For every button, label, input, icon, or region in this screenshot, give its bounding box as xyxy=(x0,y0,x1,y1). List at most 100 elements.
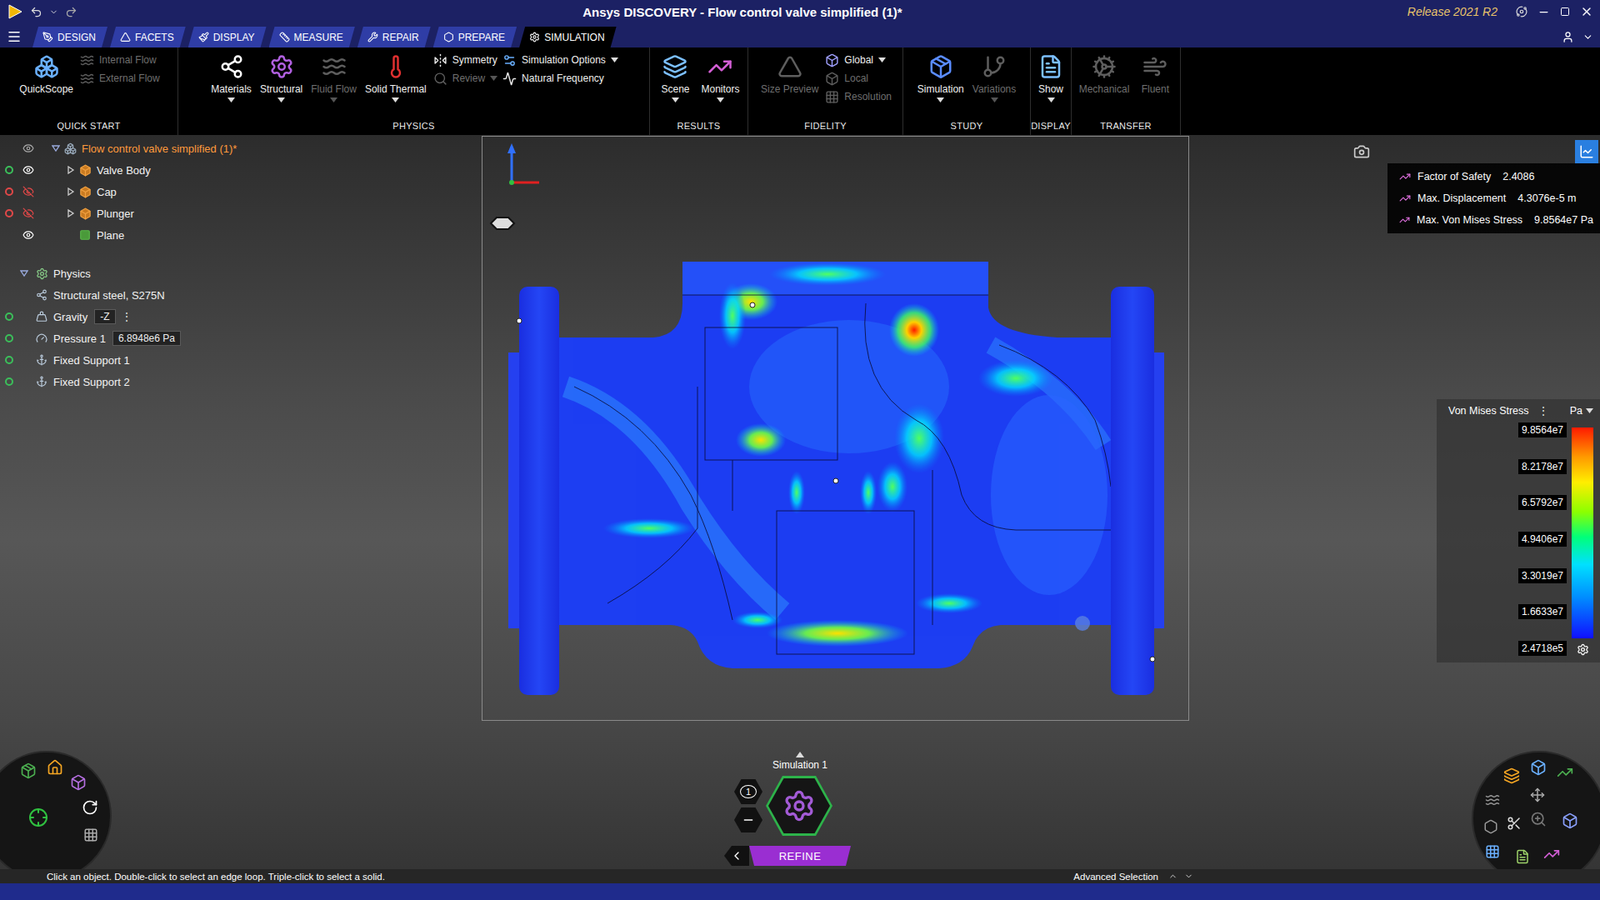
view-capture-icon[interactable] xyxy=(1353,143,1370,160)
expand-up-icon[interactable] xyxy=(795,751,805,758)
menu-icon[interactable] xyxy=(6,29,22,45)
ribbon-button[interactable]: Monitors xyxy=(699,50,741,105)
down-icon[interactable] xyxy=(1184,871,1194,881)
grid-icon[interactable] xyxy=(83,827,99,843)
hidden-icon[interactable] xyxy=(22,207,35,220)
dropdown-icon[interactable] xyxy=(936,97,945,103)
physics-item[interactable]: Fixed Support 2 xyxy=(0,370,482,393)
ribbon-small-button[interactable]: Symmetry xyxy=(433,52,498,68)
zoom-icon[interactable] xyxy=(1530,810,1547,828)
physics-item[interactable]: Structural steel, S275N xyxy=(0,284,482,306)
result-row[interactable]: Max. Von Mises Stress9.8564e7 Pa xyxy=(1399,211,1594,229)
dropdown-icon[interactable] xyxy=(610,57,619,63)
status-dot[interactable] xyxy=(5,377,14,386)
dropdown-icon[interactable] xyxy=(990,97,999,103)
dropdown-icon[interactable] xyxy=(671,97,680,103)
rotate-icon[interactable] xyxy=(81,799,99,816)
comment-button[interactable]: 1 xyxy=(734,779,763,805)
ribbon-button[interactable]: Fluent xyxy=(1135,50,1175,97)
tool-wheel[interactable] xyxy=(1471,750,1600,870)
ribbon-tab[interactable]: REPAIR xyxy=(357,26,431,48)
dropdown-icon[interactable] xyxy=(716,97,725,103)
axis-icon[interactable] xyxy=(28,807,49,828)
up-icon[interactable] xyxy=(1168,871,1178,881)
visible-icon[interactable] xyxy=(22,164,35,176)
view-tools-wheel[interactable] xyxy=(0,750,112,870)
ribbon-button[interactable]: Materials xyxy=(209,50,254,105)
status-dot[interactable] xyxy=(5,334,14,343)
dropdown-icon[interactable] xyxy=(277,97,285,103)
arrow-icon[interactable] xyxy=(1556,764,1574,781)
physics-node[interactable]: Physics xyxy=(0,262,482,285)
cube-icon[interactable] xyxy=(70,774,87,791)
ribbon-button[interactable]: Scene xyxy=(655,50,695,105)
chart-icon[interactable] xyxy=(1543,845,1560,863)
expanded-icon[interactable] xyxy=(51,144,60,153)
hexagon-icon[interactable] xyxy=(1483,819,1499,835)
status-dot[interactable] xyxy=(5,209,14,218)
ribbon-tab[interactable]: FACETS xyxy=(110,26,186,48)
collapsed-icon[interactable] xyxy=(66,187,75,196)
stress-plot[interactable] xyxy=(482,136,1190,722)
dropdown-icon[interactable] xyxy=(490,75,498,81)
legend-settings-icon[interactable] xyxy=(1576,643,1590,656)
ribbon-small-button[interactable]: Global xyxy=(825,52,892,68)
report-icon[interactable] xyxy=(1515,849,1530,865)
status-dot[interactable] xyxy=(5,355,14,365)
hexagon-marker-icon[interactable] xyxy=(490,217,515,230)
back-button[interactable] xyxy=(724,845,750,866)
more-button[interactable]: ⋮ xyxy=(120,310,133,324)
dropdown-icon[interactable] xyxy=(878,57,886,63)
waves-icon[interactable] xyxy=(1485,792,1500,808)
visible-icon[interactable] xyxy=(22,229,35,241)
ribbon-small-button[interactable]: Simulation Options xyxy=(502,52,619,68)
status-dot[interactable] xyxy=(5,165,14,175)
remove-button[interactable] xyxy=(734,807,763,833)
ribbon-button[interactable]: Variations xyxy=(970,50,1018,105)
dropdown-icon[interactable] xyxy=(227,97,235,103)
status-dot[interactable] xyxy=(5,187,14,196)
visibility-icon[interactable] xyxy=(22,142,35,155)
redo-icon[interactable] xyxy=(65,5,78,19)
dropdown-icon[interactable] xyxy=(1585,408,1594,414)
ribbon-button[interactable]: Show xyxy=(1031,50,1070,105)
stage-bar[interactable]: REFINE xyxy=(749,845,851,866)
dropdown-icon[interactable] xyxy=(330,97,338,103)
unit-select[interactable]: Pa xyxy=(1570,405,1594,417)
ansys-logo-icon[interactable] xyxy=(6,3,24,20)
undo-menu-icon[interactable] xyxy=(49,7,59,17)
tree-item[interactable]: Cap xyxy=(0,180,482,203)
status-dot[interactable] xyxy=(5,312,14,321)
ribbon-button[interactable]: QuickScope xyxy=(17,50,75,97)
result-row[interactable]: Max. Displacement4.3076e-5 m xyxy=(1399,190,1594,207)
ribbon-tab[interactable]: PREPARE xyxy=(433,26,517,48)
collapsed-icon[interactable] xyxy=(66,209,75,218)
selection-mode[interactable]: Advanced Selection xyxy=(1073,871,1159,882)
ribbon-tab[interactable]: SIMULATION xyxy=(519,26,616,48)
ribbon-button[interactable]: Structural xyxy=(258,50,305,105)
tree-item[interactable]: Plunger xyxy=(0,202,482,225)
home-icon[interactable] xyxy=(46,759,64,776)
ribbon-small-button[interactable]: Resolution xyxy=(825,89,892,105)
ribbon-button[interactable]: Mechanical xyxy=(1077,50,1132,97)
dropdown-icon[interactable] xyxy=(1047,97,1055,103)
collapse-ribbon-icon[interactable] xyxy=(1582,31,1594,43)
value-field[interactable]: 6.8948e6 Pa xyxy=(112,330,181,346)
ribbon-button[interactable]: Simulation xyxy=(915,50,966,105)
dropdown-icon[interactable] xyxy=(391,97,400,103)
restore-icon[interactable] xyxy=(1560,6,1570,17)
hidden-icon[interactable] xyxy=(22,185,35,198)
result-row[interactable]: Factor of Safety2.4086 xyxy=(1399,168,1594,185)
ribbon-button[interactable]: Fluid Flow xyxy=(309,50,359,105)
layers-icon[interactable] xyxy=(1503,767,1520,785)
results-toggle[interactable] xyxy=(1575,140,1599,164)
legend-menu[interactable]: ⋮ xyxy=(1537,404,1550,418)
physics-item[interactable]: Pressure 16.8948e6 Pa xyxy=(0,327,482,350)
ribbon-tab[interactable]: DISPLAY xyxy=(188,26,267,48)
tree-item[interactable]: Plane xyxy=(0,224,482,246)
collapse-handle-icon[interactable] xyxy=(1075,615,1090,631)
undo-icon[interactable] xyxy=(30,5,43,19)
solid-icon[interactable] xyxy=(1561,812,1579,830)
tree-item[interactable]: Valve Body xyxy=(0,159,482,181)
account-icon[interactable] xyxy=(1561,30,1575,44)
